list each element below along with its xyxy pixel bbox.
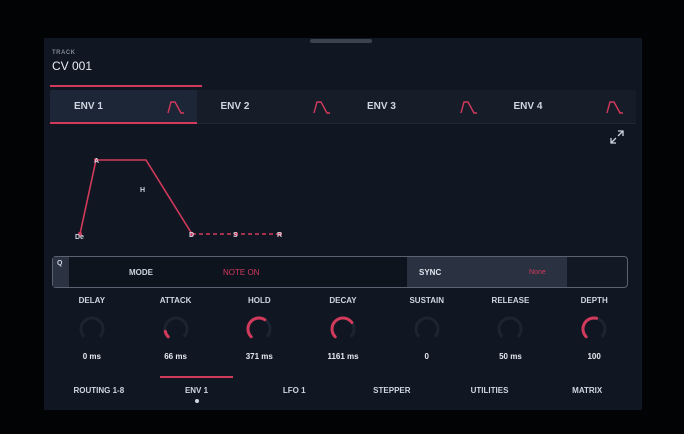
mode-bar-spacer <box>567 257 627 287</box>
delay-point-label: De <box>75 234 84 241</box>
tab-label: ENV 2 <box>220 101 250 112</box>
tab-env-3[interactable]: ENV 3 <box>343 90 490 123</box>
knob-hold[interactable]: HOLD 371 ms <box>217 296 301 366</box>
nav-label: MATRIX <box>572 386 603 395</box>
mode-bar: Q MODE NOTE ON SYNC None <box>52 256 628 288</box>
sustain-point-label: S <box>233 232 238 239</box>
knob-level-arc <box>581 316 599 339</box>
track-underline <box>50 85 202 87</box>
envelope-shape-icon <box>166 100 184 114</box>
knob-depth[interactable]: DEPTH 100 <box>552 296 636 366</box>
track-name[interactable]: CV 001 <box>52 59 92 73</box>
knob-dial[interactable] <box>579 314 609 344</box>
hold-point-label: H <box>140 187 145 194</box>
knob-dial[interactable] <box>244 314 274 344</box>
envelope-graph[interactable]: De A H D S R <box>64 148 314 248</box>
envelope-tabs: ENV 1 ENV 2 ENV 3 ENV 4 <box>50 90 636 124</box>
knob-value: 371 ms <box>245 352 273 361</box>
knob-value: 100 <box>587 352 601 361</box>
track-header: TRACK CV 001 <box>52 50 92 73</box>
knob-release[interactable]: RELEASE 50 ms <box>469 296 553 366</box>
tab-env-1[interactable]: ENV 1 <box>50 90 197 124</box>
device-screen: TRACK CV 001 ENV 1 ENV 2 ENV 3 ENV 4 De … <box>44 38 642 410</box>
knob-value: 1161 ms <box>327 352 359 361</box>
nav-env-1[interactable]: ENV 1 <box>148 374 246 404</box>
knob-level-arc <box>163 329 170 339</box>
knob-track <box>497 316 523 338</box>
release-point-label: R <box>277 232 282 239</box>
device-bezel: TRACK CV 001 ENV 1 ENV 2 ENV 3 ENV 4 De … <box>0 0 684 434</box>
nav-label: LFO 1 <box>282 386 306 395</box>
decay-point-label: D <box>189 232 194 239</box>
tab-env-2[interactable]: ENV 2 <box>197 90 344 123</box>
knob-row: DELAY 0 ms ATTACK 66 ms HOLD 371 ms DECA… <box>50 296 636 366</box>
tab-env-4[interactable]: ENV 4 <box>490 90 637 123</box>
knob-track <box>79 316 105 338</box>
nav-label: ENV 1 <box>184 386 209 395</box>
knob-value: 50 ms <box>499 352 522 361</box>
nav-lfo-1[interactable]: LFO 1 <box>245 374 343 404</box>
knob-value: 0 ms <box>82 352 101 361</box>
knob-dial[interactable] <box>77 314 107 344</box>
mode-selector[interactable]: MODE NOTE ON <box>69 257 407 287</box>
tab-label: ENV 3 <box>367 101 396 112</box>
knob-label: ATTACK <box>159 296 192 305</box>
knob-track <box>414 316 440 338</box>
nav-utilities[interactable]: UTILITIES <box>441 374 539 404</box>
sync-selector[interactable]: SYNC None <box>407 257 567 287</box>
knob-value: 0 <box>424 352 429 361</box>
tab-label: ENV 4 <box>513 101 543 112</box>
knob-track <box>163 316 189 338</box>
knob-level-arc <box>330 316 354 339</box>
envelope-shape-icon <box>313 100 330 114</box>
knob-attack[interactable]: ATTACK 66 ms <box>134 296 218 366</box>
nav-matrix[interactable]: MATRIX <box>538 374 636 404</box>
knob-sustain[interactable]: SUSTAIN 0 <box>385 296 469 366</box>
knob-label: HOLD <box>247 296 271 305</box>
sync-label: SYNC <box>419 267 442 277</box>
knob-label: DEPTH <box>580 296 608 305</box>
knob-dial[interactable] <box>412 314 442 344</box>
nav-stepper[interactable]: STEPPER <box>343 374 441 404</box>
sync-value: None <box>529 268 546 276</box>
active-indicator-dot <box>194 399 199 403</box>
tab-label: ENV 1 <box>74 101 103 112</box>
pull-down-handle[interactable] <box>310 39 372 43</box>
knob-decay[interactable]: DECAY 1161 ms <box>301 296 385 366</box>
bottom-nav: ROUTING 1-8 ENV 1 LFO 1 STEPPER UTILITIE… <box>50 374 636 404</box>
knob-label: SUSTAIN <box>409 296 444 305</box>
nav-label: STEPPER <box>373 386 411 395</box>
nav-routing[interactable]: ROUTING 1-8 <box>50 374 148 404</box>
envelope-shape-icon <box>459 100 477 114</box>
knob-label: DECAY <box>329 296 357 305</box>
expand-icon[interactable] <box>610 130 624 144</box>
envelope-shape-icon <box>606 100 623 114</box>
knob-level-arc <box>246 316 267 339</box>
knob-value: 66 ms <box>164 352 187 361</box>
mode-q-badge[interactable]: Q <box>53 257 69 287</box>
track-label: TRACK <box>52 50 76 56</box>
knob-dial[interactable] <box>328 314 358 344</box>
knob-dial[interactable] <box>495 314 525 344</box>
envelope-attack-hold-decay-line <box>79 159 193 235</box>
knob-dial[interactable] <box>161 314 191 344</box>
knob-delay[interactable]: DELAY 0 ms <box>50 296 134 366</box>
nav-label: UTILITIES <box>470 386 509 395</box>
knob-label: RELEASE <box>491 296 530 305</box>
nav-label: ROUTING 1-8 <box>73 386 125 395</box>
knob-label: DELAY <box>78 296 106 305</box>
mode-label: MODE <box>129 267 153 277</box>
attack-point-label: A <box>94 158 99 165</box>
mode-value: NOTE ON <box>223 267 260 277</box>
